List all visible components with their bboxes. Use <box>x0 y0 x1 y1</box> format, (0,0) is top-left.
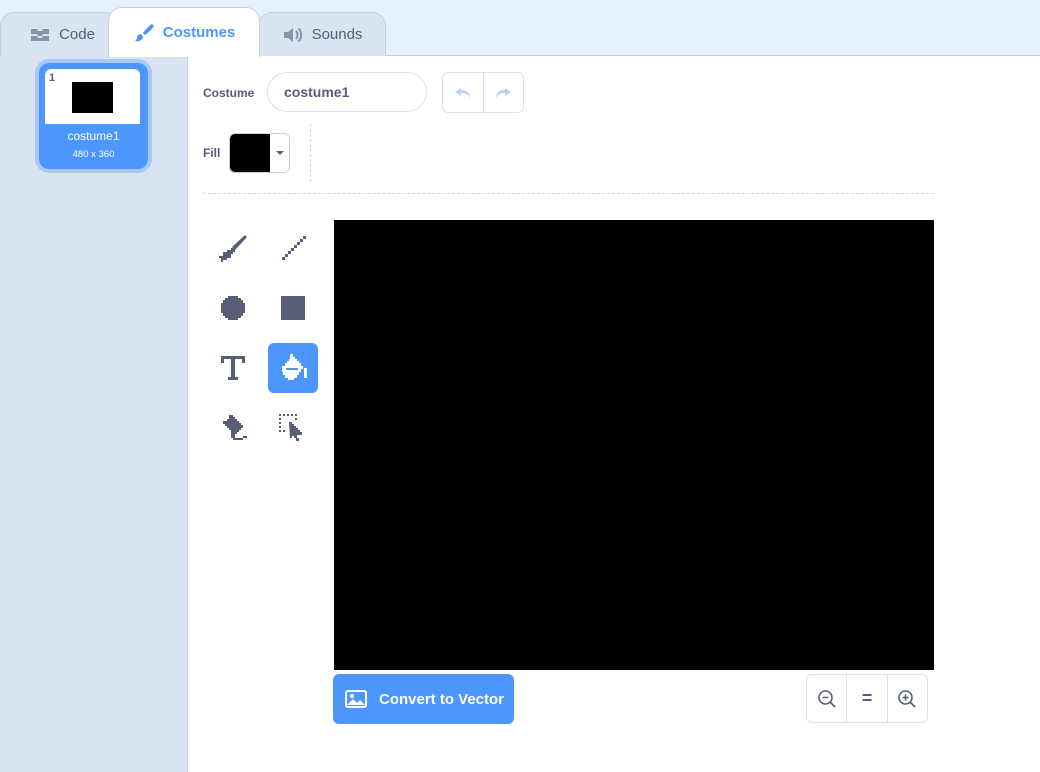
zoom-in-button[interactable] <box>886 675 927 722</box>
eraser-tool[interactable] <box>208 403 258 453</box>
tab-sounds[interactable]: Sounds <box>258 12 386 56</box>
paintbrush-icon <box>133 23 155 43</box>
undo-button[interactable] <box>443 73 483 112</box>
selection-arrow-icon <box>279 414 302 441</box>
fill-tool[interactable] <box>268 343 318 393</box>
costume-tile-name: costume1 <box>67 129 120 143</box>
circle-tool[interactable] <box>208 283 258 333</box>
fill-label: Fill <box>203 146 221 160</box>
redo-button[interactable] <box>482 73 523 112</box>
zoom-out-icon <box>817 689 836 708</box>
eraser-icon <box>223 415 247 440</box>
costume-index: 1 <box>49 72 56 84</box>
zoom-in-icon <box>898 689 916 708</box>
paint-canvas[interactable] <box>334 220 934 670</box>
rectangle-icon <box>281 296 305 320</box>
mode-tools-divider <box>203 193 934 194</box>
select-tool[interactable] <box>268 403 318 453</box>
undo-redo-group <box>442 72 524 113</box>
line-icon <box>282 236 306 260</box>
dropdown-caret-icon <box>270 134 289 172</box>
tab-code[interactable]: Code <box>0 12 118 56</box>
rectangle-tool[interactable] <box>268 283 318 333</box>
speaker-icon <box>282 25 304 45</box>
costume-name-label: Costume <box>203 86 255 100</box>
tab-costumes-label: Costumes <box>162 24 236 41</box>
costume-list: 1 costume1 480 x 360 <box>0 56 188 772</box>
brush-icon <box>219 235 247 262</box>
costume-thumbnail-preview <box>72 82 113 113</box>
costume-name-input[interactable] <box>267 72 427 112</box>
tab-code-label: Code <box>59 26 95 43</box>
code-blocks-icon <box>29 25 51 45</box>
fill-color-picker[interactable] <box>229 133 290 173</box>
convert-to-vector-button[interactable]: Convert to Vector <box>333 674 514 724</box>
costume-thumbnail <box>45 69 140 124</box>
tab-sounds-label: Sounds <box>311 26 363 43</box>
paint-bucket-icon <box>282 354 307 380</box>
zoom-controls: = <box>806 674 928 723</box>
zoom-reset-button[interactable]: = <box>846 675 886 722</box>
circle-icon <box>221 296 245 320</box>
line-tool[interactable] <box>268 223 318 273</box>
convert-to-vector-label: Convert to Vector <box>379 690 505 708</box>
redo-icon <box>496 87 512 98</box>
costume-tile-selected[interactable]: 1 costume1 480 x 360 <box>39 63 148 169</box>
fill-color-swatch <box>230 134 270 172</box>
zoom-reset-label: = <box>861 688 873 708</box>
costume-tile-size: 480 x 360 <box>72 149 115 160</box>
image-icon <box>345 690 367 708</box>
undo-icon <box>454 87 470 98</box>
tab-costumes[interactable]: Costumes <box>108 7 260 57</box>
zoom-out-button[interactable] <box>807 675 846 722</box>
editor-tab-bar: Code Costumes Sounds <box>0 0 1040 57</box>
text-icon <box>221 356 245 380</box>
text-tool[interactable] <box>208 343 258 393</box>
brush-tool[interactable] <box>208 223 258 273</box>
toolbar-divider <box>310 124 311 182</box>
